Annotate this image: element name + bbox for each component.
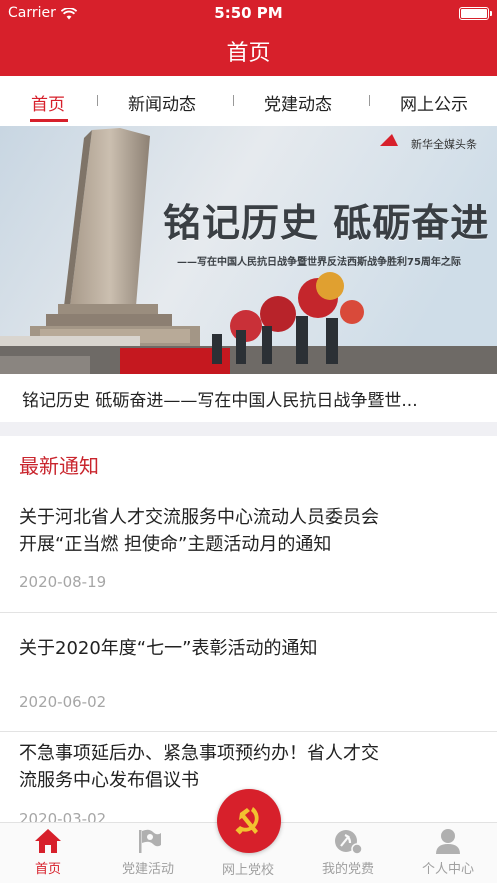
notice-title: 关于河北省人才交流服务中心流动人员委员会 开展“正当燃 担使命”主题活动月的通知 xyxy=(19,504,479,558)
notice-title-line: 不急事项延后办、紧急事项预约办！省人才交 xyxy=(19,743,379,764)
notice-title: 关于2020年度“七一”表彰活动的通知 xyxy=(19,635,479,662)
party-emblem-icon xyxy=(235,807,259,835)
online-party-school-button[interactable] xyxy=(217,789,281,853)
tab-separator xyxy=(97,95,98,106)
tabbar-label: 个人中心 xyxy=(421,862,474,877)
tabbar-party-activities[interactable]: 党建活动 xyxy=(98,827,198,877)
notice-date: 2020-08-19 xyxy=(19,573,107,591)
tab-public-notice[interactable]: 网上公示 xyxy=(400,90,468,115)
tab-separator xyxy=(369,95,370,106)
banner-caption[interactable]: 铭记历史 砥砺奋进——写在中国人民抗日战争暨世... xyxy=(0,374,497,422)
tabbar-party-fee[interactable]: 我的党费 xyxy=(298,827,398,877)
tabbar-online-party-school[interactable]: 网上党校 xyxy=(198,856,298,878)
tab-news[interactable]: 新闻动态 xyxy=(128,90,196,115)
home-icon xyxy=(35,829,61,853)
person-icon xyxy=(436,829,460,854)
tabbar-profile[interactable]: 个人中心 xyxy=(398,827,497,877)
tabbar-home[interactable]: 首页 xyxy=(0,827,98,877)
category-tabs: 首页 新闻动态 党建动态 网上公示 xyxy=(0,76,497,126)
banner-image xyxy=(0,126,497,374)
banner-title: 铭记历史 砥砺奋进 xyxy=(163,201,490,245)
tabbar-label: 我的党费 xyxy=(321,862,374,877)
notice-item[interactable]: 关于2020年度“七一”表彰活动的通知 2020-06-02 xyxy=(0,613,497,731)
banner-brand: 新华全媒头条 xyxy=(411,138,477,151)
status-bar: Carrier 5:50 PM xyxy=(0,0,497,26)
tab-home[interactable]: 首页 xyxy=(31,90,65,115)
notice-date: 2020-06-02 xyxy=(19,693,107,711)
section-title: 最新通知 xyxy=(19,454,99,478)
battery-icon xyxy=(459,7,492,20)
banner-carousel[interactable]: 新华全媒头条 铭记历史 砥砺奋进 ——写在中国人民抗日战争暨世界反法西斯战争胜利… xyxy=(0,126,497,374)
notice-date: 2020-03-02 xyxy=(19,810,107,822)
page-title: 首页 xyxy=(226,41,271,66)
party-flag-icon xyxy=(139,829,161,853)
tabbar-label: 党建活动 xyxy=(121,862,174,877)
notice-title-line: 开展“正当燃 担使命”主题活动月的通知 xyxy=(19,534,332,555)
app-header: Carrier 5:50 PM 首页 xyxy=(0,0,497,76)
notice-item[interactable]: 关于河北省人才交流服务中心流动人员委员会 开展“正当燃 担使命”主题活动月的通知… xyxy=(0,500,497,612)
notice-title-line: 关于河北省人才交流服务中心流动人员委员会 xyxy=(19,507,379,528)
section-gap xyxy=(0,422,497,436)
clock: 5:50 PM xyxy=(214,4,283,22)
notice-title: 不急事项延后办、紧急事项预约办！省人才交 流服务中心发布倡议书 xyxy=(19,740,479,794)
tabbar-label: 首页 xyxy=(34,862,61,877)
banner-subtitle: ——写在中国人民抗日战争暨世界反法西斯战争胜利75周年之际 xyxy=(177,257,461,268)
tab-separator xyxy=(233,95,234,106)
notice-title-line: 关于2020年度“七一”表彰活动的通知 xyxy=(19,638,318,659)
tabbar-label: 网上党校 xyxy=(221,863,274,878)
tab-party-building[interactable]: 党建动态 xyxy=(264,90,332,115)
party-fee-icon xyxy=(335,830,363,855)
banner-caption-text: 铭记历史 砥砺奋进——写在中国人民抗日战争暨世... xyxy=(22,391,418,411)
active-tab-indicator xyxy=(30,119,68,122)
